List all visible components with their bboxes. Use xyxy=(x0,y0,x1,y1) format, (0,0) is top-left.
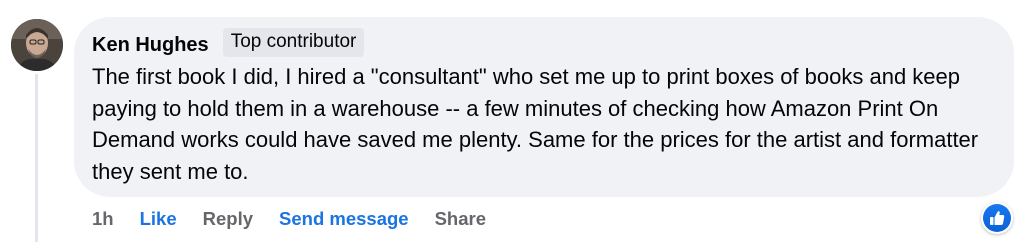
avatar-image xyxy=(11,19,63,71)
thumbs-up-icon xyxy=(990,211,1005,225)
comment-header: Ken Hughes Top contributor xyxy=(92,27,1014,57)
comment-actions: 1h Like Reply Send message Share xyxy=(92,208,486,230)
like-button[interactable]: Like xyxy=(140,208,177,230)
comment-text: The first book I did, I hired a "consult… xyxy=(92,64,979,184)
timestamp[interactable]: 1h xyxy=(92,208,114,230)
like-reaction-badge[interactable] xyxy=(981,202,1013,234)
thread-line xyxy=(35,74,38,242)
share-button[interactable]: Share xyxy=(435,208,486,230)
author-name[interactable]: Ken Hughes xyxy=(92,34,209,57)
reply-button[interactable]: Reply xyxy=(203,208,253,230)
send-message-button[interactable]: Send message xyxy=(279,208,409,230)
comment: Ken Hughes Top contributor The first boo… xyxy=(0,0,1026,242)
top-contributor-badge: Top contributor xyxy=(222,27,365,57)
reaction-circle xyxy=(983,204,1011,232)
comment-bubble: Ken Hughes Top contributor The first boo… xyxy=(74,17,1014,197)
avatar[interactable] xyxy=(11,19,63,71)
